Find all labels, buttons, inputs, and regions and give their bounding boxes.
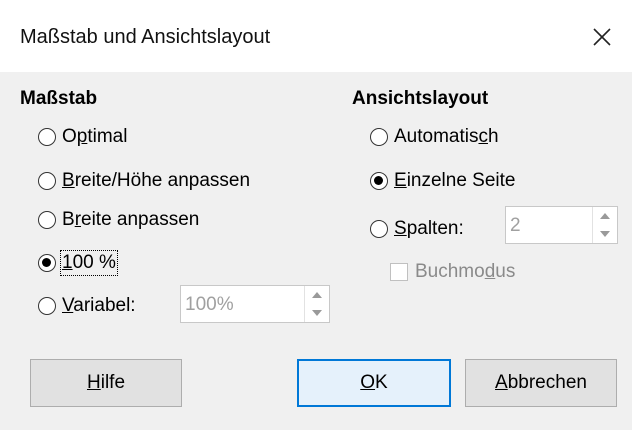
book-mode-label: Buchmodus (415, 261, 516, 282)
zoom-option-label: 100 % (60, 250, 118, 276)
zoom-option-label: Breite/Höhe anpassen (62, 170, 251, 191)
columns-spinbox[interactable]: 2 (505, 206, 618, 244)
layout-option-label: Automatisch (394, 126, 499, 147)
ok-button-label: OK (360, 372, 388, 393)
window-title: Maßstab und Ansichtslayout (20, 26, 271, 48)
help-button-label: Hilfe (86, 372, 126, 393)
help-button[interactable]: Hilfe (30, 359, 182, 407)
spin-arrows (592, 207, 617, 243)
radio-selected-icon (38, 254, 56, 272)
zoom-option-fit-width-height[interactable]: Breite/Höhe anpassen (38, 170, 250, 192)
title-bar: Maßstab und Ansichtslayout (0, 0, 632, 72)
cancel-button-label: Abbrechen (495, 372, 587, 393)
layout-heading: Ansichtslayout (352, 88, 489, 109)
radio-icon (370, 128, 388, 146)
variable-zoom-spinbox[interactable]: 100% (180, 285, 330, 323)
layout-option-label: Spalten: (394, 218, 464, 239)
zoom-option-fit-width[interactable]: Breite anpassen (38, 209, 199, 231)
spin-arrows (304, 286, 329, 322)
radio-icon (370, 220, 388, 238)
columns-value: 2 (510, 215, 521, 236)
book-mode-checkbox[interactable] (390, 263, 408, 281)
zoom-option-label: Breite anpassen (62, 209, 200, 230)
close-icon[interactable] (589, 24, 615, 50)
spin-down-icon[interactable] (305, 304, 329, 322)
spin-down-icon[interactable] (593, 225, 617, 243)
layout-option-columns[interactable]: Spalten: (370, 218, 464, 240)
radio-icon (38, 297, 56, 315)
radio-icon (38, 211, 56, 229)
radio-icon (38, 128, 56, 146)
zoom-heading: Maßstab (20, 88, 98, 109)
dialog-body: Maßstab Optimal Breite/Höhe anpassen Bre… (0, 72, 632, 430)
spin-up-icon[interactable] (593, 207, 617, 225)
radio-icon (38, 172, 56, 190)
cancel-button[interactable]: Abbrechen (465, 359, 617, 407)
layout-option-automatic[interactable]: Automatisch (370, 126, 499, 148)
ok-button[interactable]: OK (297, 359, 451, 407)
spin-up-icon[interactable] (305, 286, 329, 304)
radio-selected-icon (370, 172, 388, 190)
variable-zoom-value: 100% (185, 294, 234, 315)
zoom-option-label: Optimal (62, 126, 128, 147)
zoom-option-optimal[interactable]: Optimal (38, 126, 127, 148)
layout-option-label: Einzelne Seite (394, 170, 516, 191)
zoom-option-label: Variabel: (62, 295, 136, 316)
layout-option-single-page[interactable]: Einzelne Seite (370, 170, 515, 192)
zoom-option-variable[interactable]: Variabel: (38, 295, 136, 317)
zoom-option-100-percent[interactable]: 100 % (38, 250, 118, 276)
